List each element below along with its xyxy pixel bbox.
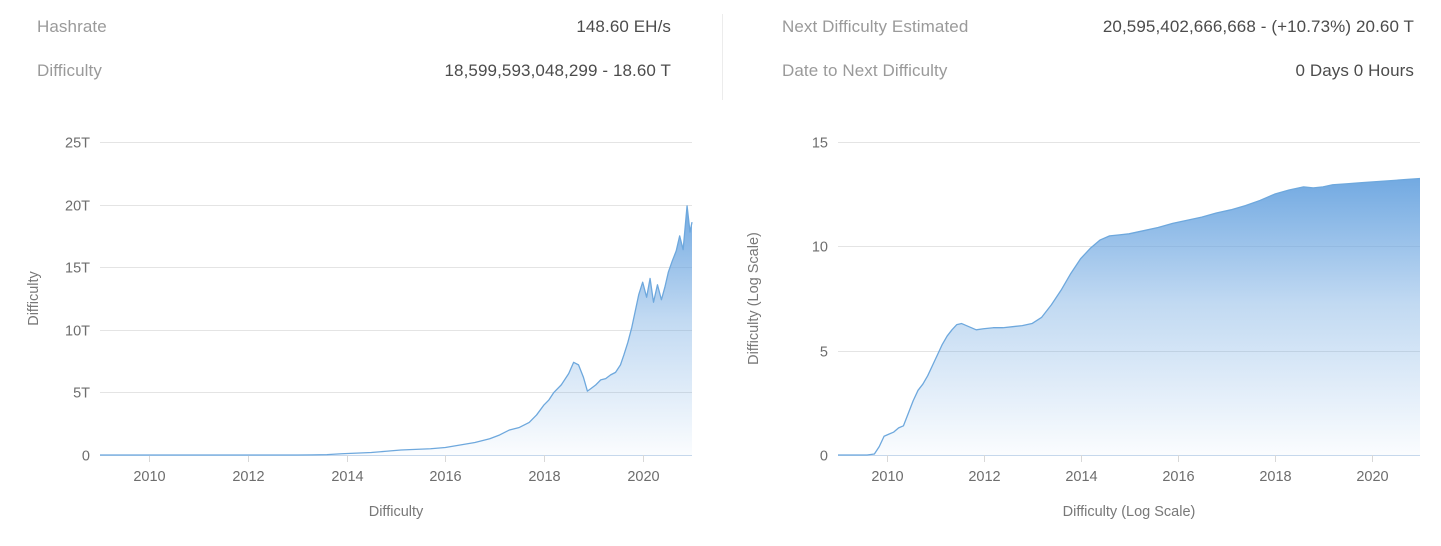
stat-value-next-difficulty-estimated: 20,595,402,666,668 - (+10.73%) 20.60 T xyxy=(1102,17,1414,36)
y-tick-label: 25T xyxy=(65,136,90,152)
x-tick-label: 2016 xyxy=(429,469,461,485)
panel-divider xyxy=(722,14,723,100)
stat-value-difficulty: 18,599,593,048,299 - 18.60 T xyxy=(444,61,671,80)
x-tick-label: 2020 xyxy=(627,469,659,485)
x-tick-label: 2012 xyxy=(232,469,264,485)
y-tick-label: 5T xyxy=(73,386,90,402)
x-tick-label: 2014 xyxy=(1065,469,1097,485)
chart-difficulty-log: 0 5 10 15 2010 2012 2014 2016 2018 2020 Difficulty… xyxy=(720,108,1441,546)
stat-row-difficulty: Difficulty 18,599,593,048,299 - 18.60 T xyxy=(0,61,720,105)
x-tick-label: 2016 xyxy=(1162,469,1194,485)
x-tick-label: 2018 xyxy=(1259,469,1291,485)
y-tick-label: 0 xyxy=(820,449,828,465)
x-tick-label: 2018 xyxy=(528,469,560,485)
series-area xyxy=(838,178,1420,455)
stat-label-difficulty: Difficulty xyxy=(37,61,102,80)
x-tick-label: 2014 xyxy=(331,469,363,485)
stat-value-hashrate: 148.60 EH/s xyxy=(576,17,671,36)
x-tick-label: 2012 xyxy=(968,469,1000,485)
y-axis-title: Difficulty xyxy=(26,270,42,325)
stats-list-right: Next Difficulty Estimated 20,595,402,666… xyxy=(720,0,1441,105)
x-axis-title: Difficulty (Log Scale) xyxy=(1063,504,1196,520)
stats-list-left: Hashrate 148.60 EH/s Difficulty 18,599,5… xyxy=(0,0,720,105)
stat-label-date-to-next-difficulty: Date to Next Difficulty xyxy=(782,61,948,80)
y-axis-title: Difficulty (Log Scale) xyxy=(746,232,762,365)
panel-next-difficulty: Next Difficulty Estimated 20,595,402,666… xyxy=(720,0,1441,546)
difficulty-area-chart: 0 5T 10T 15T 20T 25T 2010 2012 2014 2016 2018 2020 D… xyxy=(26,136,693,520)
x-axis-title: Difficulty xyxy=(369,504,424,520)
y-tick-label: 10 xyxy=(812,240,828,256)
y-tick-label: 20T xyxy=(65,199,90,215)
y-tick-label: 15T xyxy=(65,261,90,277)
difficulty-log-area-chart: 0 5 10 15 2010 2012 2014 2016 2018 2020 Difficulty… xyxy=(746,136,1421,520)
stat-label-next-difficulty-estimated: Next Difficulty Estimated xyxy=(782,17,969,36)
difficulty-dashboard: Hashrate 148.60 EH/s Difficulty 18,599,5… xyxy=(0,0,1441,546)
stat-row-hashrate: Hashrate 148.60 EH/s xyxy=(0,17,720,61)
stat-value-date-to-next-difficulty: 0 Days 0 Hours xyxy=(1295,61,1414,80)
x-tick-label: 2020 xyxy=(1356,469,1388,485)
stat-row-next-difficulty-estimated: Next Difficulty Estimated 20,595,402,666… xyxy=(720,17,1441,61)
chart-difficulty: 0 5T 10T 15T 20T 25T 2010 2012 2014 2016 2018 2020 D… xyxy=(0,108,720,546)
panel-difficulty: Hashrate 148.60 EH/s Difficulty 18,599,5… xyxy=(0,0,720,546)
stat-row-date-to-next-difficulty: Date to Next Difficulty 0 Days 0 Hours xyxy=(720,61,1441,105)
y-tick-label: 5 xyxy=(820,345,828,361)
y-tick-label: 15 xyxy=(812,136,828,152)
y-tick-label: 10T xyxy=(65,324,90,340)
y-tick-label: 0 xyxy=(82,449,90,465)
stat-label-hashrate: Hashrate xyxy=(37,17,107,36)
x-tick-label: 2010 xyxy=(133,469,165,485)
x-tick-label: 2010 xyxy=(871,469,903,485)
